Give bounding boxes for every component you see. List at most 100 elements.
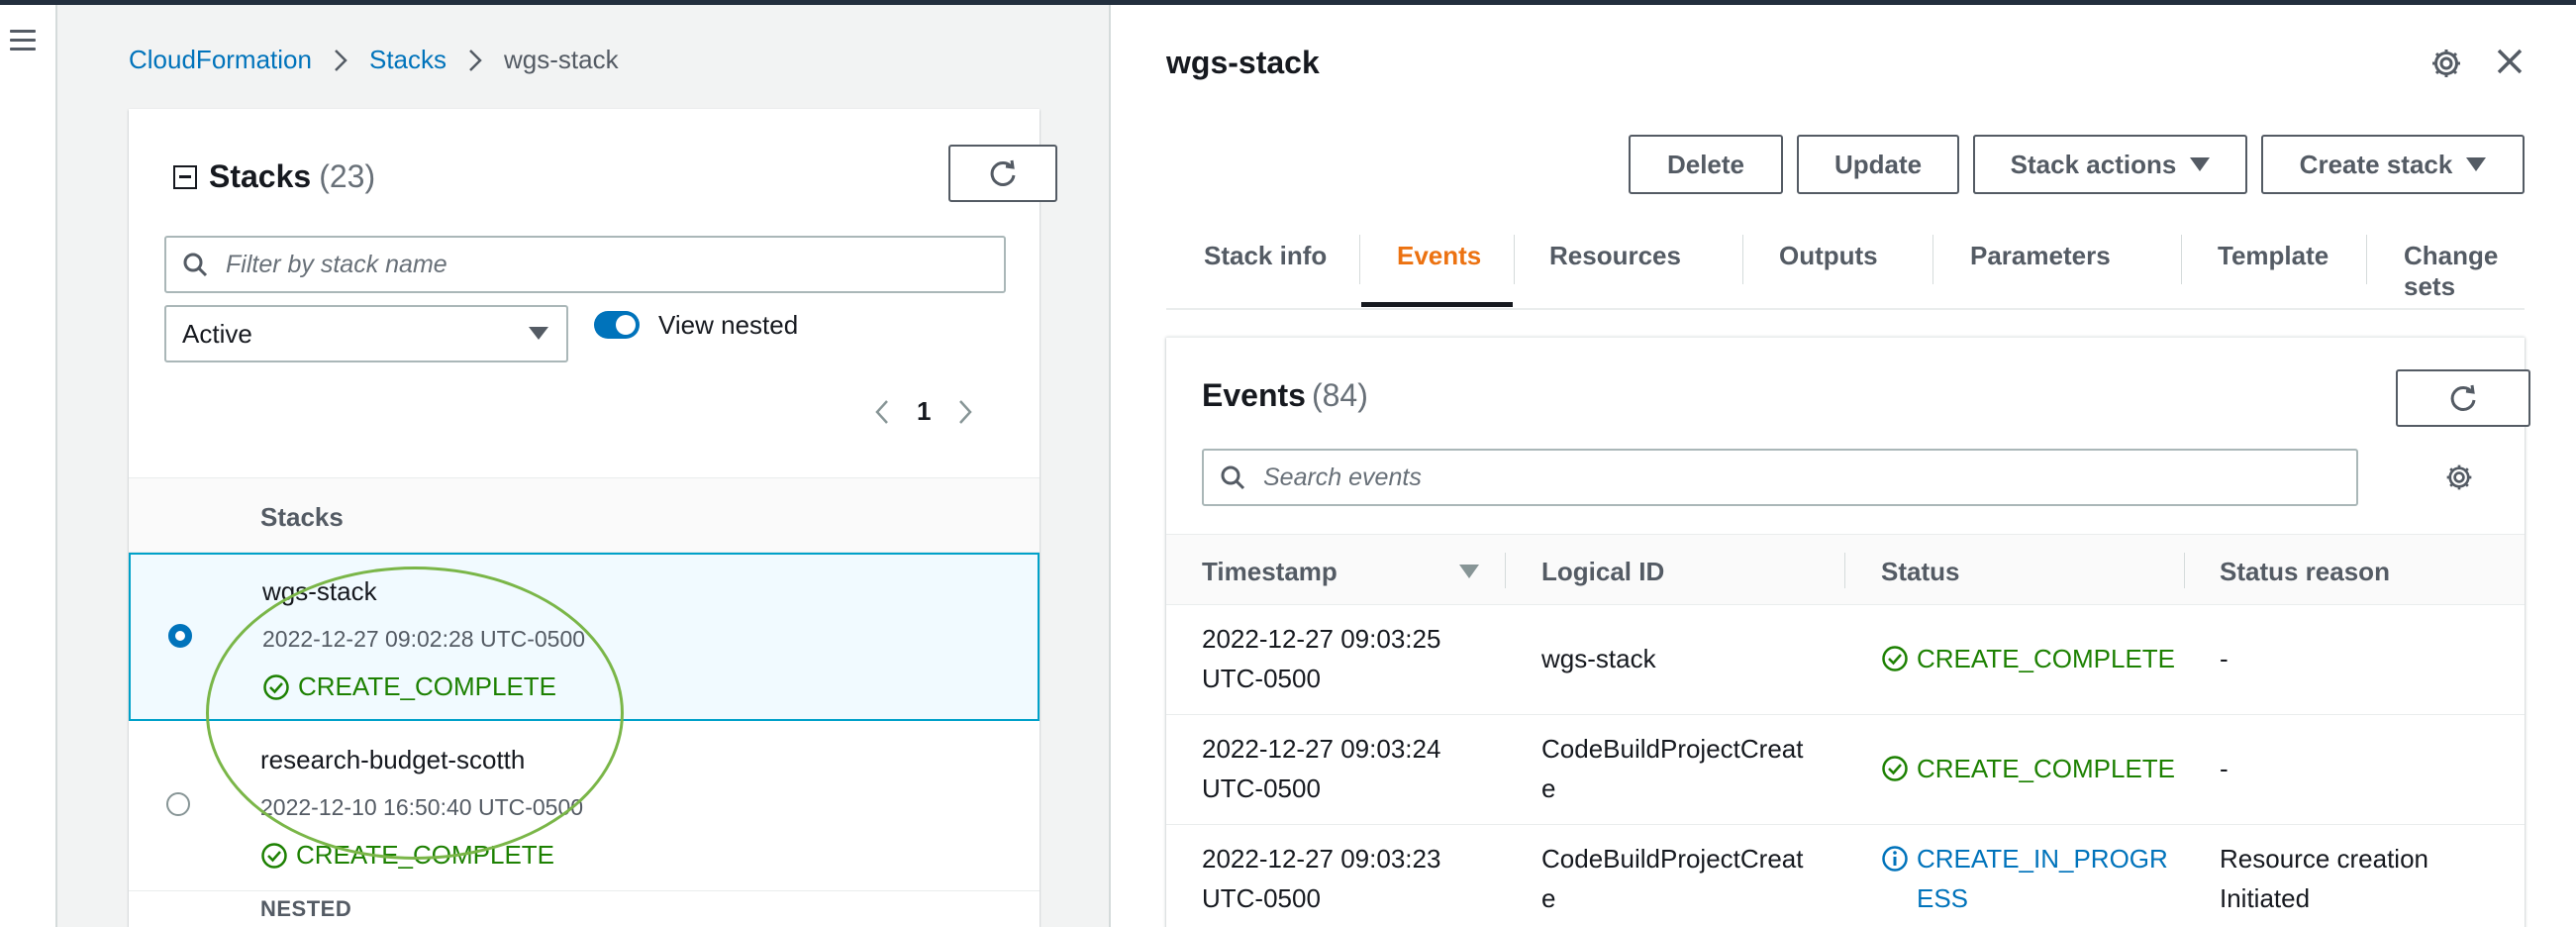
stack-detail-panel: wgs-stack Delete Update Stack actions Cr… bbox=[1111, 5, 2576, 927]
chevron-right-icon bbox=[469, 49, 482, 71]
detail-tabs: Stack info Events Resources Outputs Para… bbox=[1166, 215, 2525, 310]
stack-name: research-budget-scotth bbox=[260, 745, 526, 774]
stack-name: wgs-stack bbox=[262, 576, 377, 606]
event-status-reason: Resource creation Initiated bbox=[2220, 844, 2428, 913]
nested-section-label: NESTED bbox=[260, 896, 352, 921]
event-status-text: CREATE_COMPLETE bbox=[1917, 754, 2176, 783]
create-stack-label: Create stack bbox=[2299, 149, 2453, 179]
event-timestamp: 2022-12-27 09:03:23 UTC-0500 bbox=[1202, 844, 1441, 913]
refresh-events-button[interactable] bbox=[2396, 369, 2530, 427]
search-icon bbox=[183, 253, 208, 277]
caret-down-icon bbox=[529, 327, 548, 340]
gear-icon[interactable] bbox=[2444, 463, 2474, 492]
stack-status-text: CREATE_COMPLETE bbox=[298, 671, 557, 701]
create-stack-button[interactable]: Create stack bbox=[2261, 135, 2525, 194]
table-row: 2022-12-27 09:03:23 UTC-0500 CodeBuildPro… bbox=[1166, 825, 2525, 927]
delete-button[interactable]: Delete bbox=[1629, 135, 1783, 194]
view-nested-toggle[interactable] bbox=[594, 311, 640, 339]
event-status: CREATE_COMPLETE bbox=[1881, 639, 2175, 678]
status-filter-select[interactable]: Active bbox=[164, 305, 568, 362]
stack-row[interactable]: research-budget-scotth 2022-12-10 16:50:… bbox=[129, 723, 1040, 891]
pagination: 1 bbox=[871, 396, 976, 427]
breadcrumb-current: wgs-stack bbox=[504, 45, 619, 74]
event-logical-id: CodeBuildProjectCreat e bbox=[1541, 844, 1804, 913]
event-timestamp: 2022-12-27 09:03:25 UTC-0500 bbox=[1202, 624, 1441, 693]
table-row: 2022-12-27 09:03:24 UTC-0500 CodeBuildPro… bbox=[1166, 715, 2525, 825]
stack-actions-button[interactable]: Stack actions bbox=[1973, 135, 2247, 194]
refresh-icon bbox=[2450, 384, 2476, 411]
status-filter-value: Active bbox=[182, 318, 252, 349]
gear-icon[interactable] bbox=[2429, 47, 2463, 80]
collapse-icon[interactable] bbox=[173, 164, 197, 189]
tab-stack-info[interactable]: Stack info bbox=[1204, 241, 1327, 271]
side-rail bbox=[0, 5, 57, 927]
stacks-area: CloudFormation Stacks wgs-stack Stacks (… bbox=[59, 5, 1109, 927]
stacks-title: Stacks bbox=[209, 158, 312, 194]
col-logical-id[interactable]: Logical ID bbox=[1541, 557, 1664, 587]
tab-events[interactable]: Events bbox=[1397, 241, 1481, 271]
breadcrumb-cloudformation[interactable]: CloudFormation bbox=[129, 45, 312, 75]
event-logical-id: CodeBuildProjectCreat e bbox=[1541, 734, 1804, 803]
hamburger-menu-icon[interactable] bbox=[10, 30, 36, 53]
stacks-column-header: Stacks bbox=[129, 477, 1040, 553]
tab-parameters[interactable]: Parameters bbox=[1970, 241, 2111, 271]
check-circle-icon bbox=[261, 842, 287, 869]
stack-row[interactable]: wgs-stack 2022-12-27 09:02:28 UTC-0500 C… bbox=[129, 553, 1040, 721]
col-status-reason[interactable]: Status reason bbox=[2220, 557, 2390, 587]
event-status: CREATE_IN_PROGR ESS bbox=[1881, 839, 2168, 918]
table-row: 2022-12-27 09:03:25 UTC-0500 wgs-stack CR… bbox=[1166, 605, 2525, 715]
refresh-icon bbox=[990, 159, 1016, 186]
page-number[interactable]: 1 bbox=[917, 396, 931, 427]
stack-radio[interactable] bbox=[168, 624, 192, 648]
stack-date: 2022-12-10 16:50:40 UTC-0500 bbox=[260, 794, 584, 820]
tab-template[interactable]: Template bbox=[2218, 241, 2328, 271]
chevron-right-icon[interactable] bbox=[954, 397, 976, 427]
col-status[interactable]: Status bbox=[1881, 557, 1959, 587]
event-logical-id: wgs-stack bbox=[1541, 644, 1656, 673]
col-timestamp[interactable]: Timestamp bbox=[1202, 557, 1338, 587]
view-nested-label: View nested bbox=[658, 310, 799, 340]
events-title-text: Events bbox=[1202, 377, 1306, 413]
caret-down-icon bbox=[2466, 157, 2487, 171]
events-count: (84) bbox=[1311, 377, 1368, 413]
stacks-column-label: Stacks bbox=[260, 502, 344, 532]
event-timestamp: 2022-12-27 09:03:24 UTC-0500 bbox=[1202, 734, 1441, 803]
chevron-right-icon bbox=[335, 49, 347, 71]
event-status-text: CREATE_IN_PROGR ESS bbox=[1917, 844, 2168, 913]
stack-date: 2022-12-27 09:02:28 UTC-0500 bbox=[262, 626, 586, 652]
stack-radio[interactable] bbox=[166, 792, 190, 816]
chevron-left-icon[interactable] bbox=[871, 397, 893, 427]
stack-detail-title: wgs-stack bbox=[1166, 45, 1320, 80]
tab-resources[interactable]: Resources bbox=[1549, 241, 1681, 271]
tab-outputs[interactable]: Outputs bbox=[1779, 241, 1878, 271]
event-status: CREATE_COMPLETE bbox=[1881, 749, 2175, 788]
stack-status-text: CREATE_COMPLETE bbox=[296, 840, 555, 870]
stacks-count: (23) bbox=[319, 158, 376, 194]
breadcrumb-stacks[interactable]: Stacks bbox=[369, 45, 446, 75]
check-circle-icon bbox=[1882, 646, 1908, 671]
stack-actions-label: Stack actions bbox=[2010, 149, 2177, 179]
breadcrumb: CloudFormation Stacks wgs-stack bbox=[129, 45, 619, 75]
sort-descending-icon[interactable] bbox=[1459, 565, 1479, 578]
stack-filter-field[interactable] bbox=[164, 236, 1006, 293]
events-title: Events (84) bbox=[1202, 377, 1368, 414]
events-search-field[interactable] bbox=[1202, 449, 2358, 506]
active-tab-indicator bbox=[1361, 302, 1513, 307]
event-status-reason: - bbox=[2220, 644, 2229, 673]
search-icon bbox=[1221, 465, 1245, 490]
stack-filter-input[interactable] bbox=[226, 250, 1004, 279]
stacks-panel: Stacks (23) Active View nested 1 Stacks … bbox=[129, 109, 1057, 927]
check-circle-icon bbox=[1882, 756, 1908, 781]
events-search-input[interactable] bbox=[1263, 463, 2356, 492]
update-button[interactable]: Update bbox=[1797, 135, 1959, 194]
events-panel: Events(84) Timestamp Logical ID Status S… bbox=[1166, 337, 2530, 927]
event-status-text: CREATE_COMPLETE bbox=[1917, 644, 2176, 673]
check-circle-icon bbox=[263, 673, 289, 700]
info-circle-icon bbox=[1882, 846, 1908, 872]
caret-down-icon bbox=[2190, 157, 2211, 171]
stacks-panel-title: Stacks (23) bbox=[173, 158, 375, 195]
close-icon[interactable] bbox=[2495, 47, 2525, 76]
refresh-stacks-button[interactable] bbox=[948, 145, 1057, 202]
event-status-reason: - bbox=[2220, 754, 2229, 783]
tab-change-sets[interactable]: Change sets bbox=[2404, 241, 2525, 302]
